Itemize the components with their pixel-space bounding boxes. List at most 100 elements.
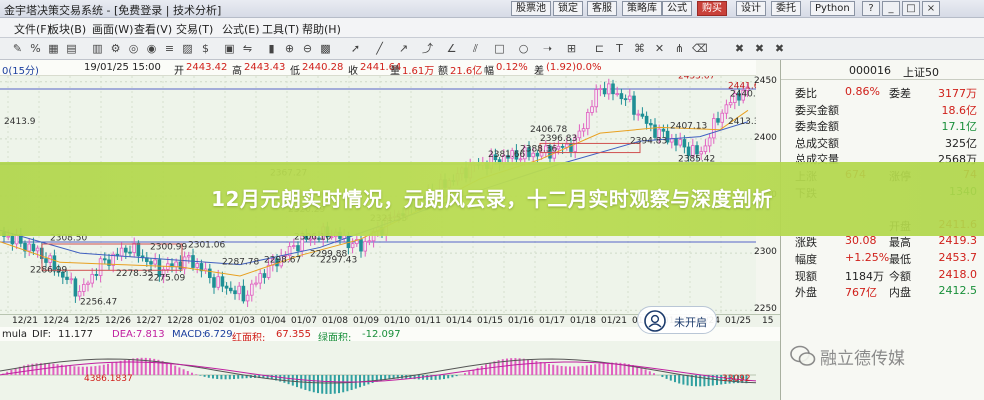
stock-pool-button[interactable]: 股票池 bbox=[511, 1, 551, 16]
amount-label: 额 bbox=[438, 66, 448, 77]
menu-file[interactable]: 文件(F) bbox=[14, 21, 51, 37]
strategy-button[interactable]: 策略库 bbox=[622, 1, 662, 16]
date-label: 12/27 bbox=[136, 316, 162, 326]
gann-icon[interactable]: ✕ bbox=[652, 41, 667, 56]
date-label: 12/21 bbox=[12, 316, 38, 326]
candle-body bbox=[619, 93, 624, 100]
price-annotation: 2453.67 bbox=[678, 76, 715, 81]
order-button[interactable]: 委托 bbox=[771, 1, 801, 16]
service-button[interactable]: 客服 bbox=[587, 1, 617, 16]
ellipse-icon[interactable]: ○ bbox=[516, 41, 531, 56]
quote-value: 325亿 bbox=[945, 136, 977, 150]
rect-icon[interactable]: □ bbox=[492, 41, 507, 56]
text-icon[interactable]: T bbox=[612, 41, 627, 56]
design-button[interactable]: 设计 bbox=[736, 1, 766, 16]
chart-icon[interactable]: ▨ bbox=[180, 41, 195, 56]
menu-view-window[interactable]: 画面(W) bbox=[92, 21, 133, 37]
list-icon[interactable]: ≡ bbox=[162, 41, 177, 56]
cursor-icon[interactable]: ➚ bbox=[348, 41, 363, 56]
candle-body bbox=[10, 235, 15, 245]
maximize-icon[interactable]: □ bbox=[902, 1, 920, 16]
index-name: 上证50 bbox=[903, 66, 939, 79]
period-code: 0(15分) bbox=[2, 66, 39, 77]
candle-body bbox=[636, 113, 640, 116]
target-icon[interactable]: ◎ bbox=[126, 41, 141, 56]
compare-icon[interactable]: ⇋ bbox=[240, 41, 255, 56]
trend-icon[interactable]: ⤴ bbox=[420, 41, 435, 56]
date-label: 01/11 bbox=[415, 316, 441, 326]
lock-button[interactable]: 锁定 bbox=[553, 1, 583, 16]
minimize-icon[interactable]: _ bbox=[882, 1, 900, 16]
menu-board[interactable]: 板块(B) bbox=[48, 21, 86, 37]
menu-formula[interactable]: 公式(E) bbox=[222, 21, 260, 37]
grid-icon[interactable]: ▦ bbox=[46, 41, 61, 56]
tool-x3-icon[interactable]: ✖ bbox=[772, 41, 787, 56]
price-annotation: 2297.43 bbox=[320, 255, 357, 265]
price-annotation: 2440.28 bbox=[730, 90, 756, 100]
python-button[interactable]: Python bbox=[810, 1, 855, 16]
candle-body bbox=[649, 123, 653, 126]
date-label: 12/24 bbox=[43, 316, 69, 326]
price-annotation: 2301.06 bbox=[188, 240, 225, 250]
angle-icon[interactable]: ∠ bbox=[444, 41, 459, 56]
candle-body bbox=[153, 259, 158, 265]
kline-info-bar: 0(15分) 19/01/25 15:00 开 2443.42 高 2443.4… bbox=[0, 60, 756, 77]
settings-icon[interactable]: ⚙ bbox=[108, 41, 123, 56]
candle-body bbox=[712, 118, 716, 139]
kline-icon[interactable]: ▮ bbox=[264, 41, 279, 56]
buy-button[interactable]: 购买 bbox=[697, 1, 727, 16]
quote-row: 总成交额 325亿 bbox=[781, 134, 984, 150]
dif-label: DIF: bbox=[32, 329, 51, 340]
candle-body bbox=[695, 145, 699, 155]
price-annotation: 2407.13 bbox=[670, 122, 707, 132]
quote-row: 委比 0.86% 委差 3177万 bbox=[781, 84, 984, 100]
menu-help[interactable]: 帮助(H) bbox=[302, 21, 341, 37]
percent-icon[interactable]: % bbox=[28, 41, 43, 56]
help-icon[interactable]: ? bbox=[862, 1, 880, 16]
quote-label: 涨跌 bbox=[795, 236, 817, 250]
formula-button[interactable]: 公式 bbox=[662, 1, 692, 16]
dollar-icon[interactable]: $ bbox=[198, 41, 213, 56]
delete-icon[interactable]: ⌫ bbox=[692, 41, 708, 56]
arrow-icon[interactable]: ➝ bbox=[540, 41, 555, 56]
quote-row: 委买金额 18.6亿 bbox=[781, 101, 984, 117]
macd-chart[interactable]: 4386.1837 33092 bbox=[0, 341, 780, 400]
candle-body bbox=[359, 239, 363, 252]
candle-body bbox=[220, 276, 225, 287]
period-icon[interactable]: ⊏ bbox=[592, 41, 607, 56]
not-open-badge[interactable]: 未开启 bbox=[637, 306, 717, 334]
date-label: 01/17 bbox=[539, 316, 565, 326]
magnet-icon[interactable]: ⋔ bbox=[672, 41, 687, 56]
candle-body bbox=[598, 88, 603, 91]
index-code: 000016 bbox=[849, 64, 891, 77]
quote-label: 现额 bbox=[795, 269, 817, 283]
tag-icon[interactable]: ⌘ bbox=[632, 41, 647, 56]
change-label: 幅 bbox=[484, 66, 494, 77]
channel-icon[interactable]: ⫽ bbox=[468, 41, 483, 56]
circle-icon[interactable]: ◉ bbox=[144, 41, 159, 56]
menu-trade[interactable]: 交易(T) bbox=[176, 21, 213, 37]
menu-tools[interactable]: 工具(T) bbox=[262, 21, 299, 37]
tool-x1-icon[interactable]: ✖ bbox=[732, 41, 747, 56]
quote-label: 最低 bbox=[889, 253, 911, 266]
fib-icon[interactable]: ⊞ bbox=[564, 41, 579, 56]
close-icon[interactable]: × bbox=[922, 1, 940, 16]
candle-body bbox=[581, 128, 586, 132]
tool-x2-icon[interactable]: ✖ bbox=[752, 41, 767, 56]
ray-icon[interactable]: ↗ bbox=[396, 41, 411, 56]
headline-text: 12月元朗实时情况，元朗风云录，十二月实时观察与深度剖析 bbox=[211, 187, 773, 211]
menu-bar: 文件(F) 板块(B) 画面(W) 查看(V) 交易(T) 公式(E) 工具(T… bbox=[0, 18, 984, 38]
table-icon[interactable]: ▤ bbox=[64, 41, 79, 56]
price-annotation: 2413.3 bbox=[728, 117, 756, 127]
zoom-out-icon[interactable]: ⊖ bbox=[300, 41, 315, 56]
image-icon[interactable]: ▩ bbox=[318, 41, 333, 56]
edit-icon[interactable]: ✎ bbox=[10, 41, 25, 56]
bars-icon[interactable]: ▥ bbox=[90, 41, 105, 56]
candle-body bbox=[661, 128, 666, 132]
layout-icon[interactable]: ▣ bbox=[222, 41, 237, 56]
zoom-in-icon[interactable]: ⊕ bbox=[282, 41, 297, 56]
candle-body bbox=[703, 145, 708, 152]
quote-row: 委卖金额 17.1亿 bbox=[781, 117, 984, 133]
menu-view[interactable]: 查看(V) bbox=[134, 21, 172, 37]
draw-line-icon[interactable]: ╱ bbox=[372, 41, 387, 56]
